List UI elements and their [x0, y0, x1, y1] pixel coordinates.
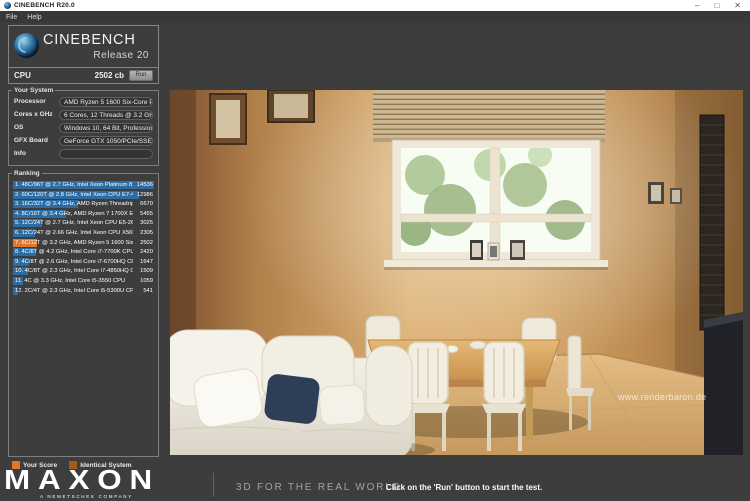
cpu-score-row: CPU 2502 cb Run [9, 67, 158, 83]
ranking-row[interactable]: 5. 12C/24T @ 2.7 GHz, Intel Xeon CPU E5-… [13, 219, 154, 228]
ranking-row-label: 10. 4C/8T @ 2.3 GHz, Intel Core i7-4850H… [15, 268, 133, 275]
your-system-rows: Processor AMD Ryzen 5 1600 Six-Core Proce… [9, 94, 158, 160]
ranking-row[interactable]: 4. 8C/16T @ 3.4 GHz, AMD Ryzen 7 1700X E… [13, 209, 154, 218]
system-row-value-field[interactable]: Windows 10, 64 Bit, Professional Edition… [59, 122, 153, 133]
ranking-row-score: 1647 [140, 258, 153, 265]
system-row-label: GFX Board [14, 137, 48, 144]
ranking-row-score: 2305 [140, 229, 153, 236]
system-row-value-field[interactable]: GeForce GTX 1050/PCIe/SSE2 [59, 135, 153, 146]
system-row-value-field[interactable]: AMD Ryzen 5 1600 Six-Core Processor [59, 96, 153, 107]
cinebench-logo-icon [14, 33, 39, 58]
ranking-row-score: 2502 [140, 239, 153, 246]
cpu-score: 2502 cb [94, 70, 124, 80]
ranking-row[interactable]: 3. 16C/32T @ 3.4 GHz, AMD Ryzen Threadri… [13, 200, 154, 209]
ranking-row-score: 1509 [140, 268, 153, 275]
ranking-row[interactable]: 6. 12C/24T @ 2.66 GHz, Intel Xeon CPU X5… [13, 228, 154, 237]
watermark-text: www.renderbaron.de [618, 392, 707, 402]
system-row-value-field[interactable] [59, 148, 153, 159]
ranking-row-label: 6. 12C/24T @ 2.66 GHz, Intel Xeon CPU X5… [15, 229, 133, 236]
release-label: Release 20 [93, 50, 149, 61]
ranking-row-label: 9. 4C/8T @ 2.6 GHz, Intel Core i7-6700HQ… [15, 258, 133, 265]
app-window: CINEBENCH R20.0 – □ ✕ File Help CINEBENCH… [0, 0, 750, 501]
window-title: CINEBENCH R20.0 [14, 2, 75, 9]
system-row-label: Processor [14, 98, 46, 105]
footer-divider [213, 473, 214, 497]
ranking-row-score: 6670 [140, 201, 153, 208]
ranking-row-label: 1. 48C/96T @ 2.7 GHz, Intel Xeon Platinu… [15, 182, 133, 188]
menu-bar: File Help [0, 11, 750, 23]
maxon-sub-label: A NEMETSCHEK COMPANY [40, 494, 133, 499]
system-row-label: Info [14, 150, 26, 157]
ranking-row[interactable]: 1. 48C/96T @ 2.7 GHz, Intel Xeon Platinu… [13, 181, 154, 189]
ranking-row-label: 4. 8C/16T @ 3.4 GHz, AMD Ryzen 7 1700X E… [15, 210, 133, 217]
your-system-title: Your System [14, 87, 54, 94]
your-system-panel: Your System Processor AMD Ryzen 5 1600 Si… [8, 87, 159, 166]
window-controls: – □ ✕ [695, 0, 746, 11]
ranking-row-score: 3025 [140, 220, 153, 227]
ranking-row-label: 12. 2C/4T @ 2.3 GHz, Intel Core i5-5300U… [15, 287, 133, 294]
logo-panel: CINEBENCH Release 20 CPU 2502 cb Run [8, 25, 159, 84]
ranking-title: Ranking [14, 170, 40, 177]
system-row: GFX Board GeForce GTX 1050/PCIe/SSE2 [9, 134, 158, 147]
ranking-row-label: 2. 60C/120T @ 2.8 GHz, Intel Xeon CPU E7… [15, 191, 133, 198]
maxon-logo: MAXON [4, 464, 160, 495]
app-name: CINEBENCH [43, 32, 136, 48]
minimize-icon[interactable]: – [695, 0, 699, 11]
ranking-row[interactable]: 12. 2C/4T @ 2.3 GHz, Intel Core i5-5300U… [13, 286, 154, 295]
ranking-row-score: 12986 [136, 191, 153, 198]
system-row: OS Windows 10, 64 Bit, Professional Editi… [9, 121, 158, 134]
system-row-label: Cores x GHz [14, 111, 53, 118]
ranking-row[interactable]: 2. 60C/120T @ 2.8 GHz, Intel Xeon CPU E7… [13, 190, 154, 199]
ranking-row-label: 8. 4C/8T @ 4.2 GHz, Intel Core i7-7700K … [15, 249, 133, 256]
system-row-label: OS [14, 124, 24, 131]
menu-item-file[interactable]: File [6, 14, 17, 21]
ranking-row[interactable]: 10. 4C/8T @ 2.3 GHz, Intel Core i7-4850H… [13, 267, 154, 276]
ranking-row-score: 5455 [140, 210, 153, 217]
system-row: Info [9, 147, 158, 160]
ranking-row[interactable]: 9. 4C/8T @ 2.6 GHz, Intel Core i7-6700HQ… [13, 257, 154, 266]
ranking-row-score: 1059 [140, 277, 153, 284]
title-bar: CINEBENCH R20.0 – □ ✕ [0, 0, 750, 11]
system-row: Cores x GHz 6 Cores, 12 Threads @ 3.2 GHz [9, 108, 158, 121]
ranking-row-label: 11. 4C @ 3.3 GHz, Intel Core i5-3550 CPU [15, 277, 126, 284]
footer-tagline: 3D FOR THE REAL WORLD [236, 482, 402, 493]
close-icon[interactable]: ✕ [734, 0, 741, 11]
ranking-row-label: 7. 6C/12T @ 3.2 GHz, AMD Ryzen 5 1600 Si… [15, 239, 133, 246]
ranking-rows: 1. 48C/96T @ 2.7 GHz, Intel Xeon Platinu… [9, 177, 158, 295]
ranking-row-score: 541 [143, 287, 153, 294]
ranking-row-label: 3. 16C/32T @ 3.4 GHz, AMD Ryzen Threadri… [15, 201, 133, 208]
system-row-value-field[interactable]: 6 Cores, 12 Threads @ 3.2 GHz [59, 109, 153, 120]
maximize-icon[interactable]: □ [714, 0, 719, 11]
ranking-row[interactable]: 8. 4C/8T @ 4.2 GHz, Intel Core i7-7700K … [13, 248, 154, 257]
ranking-row-label: 5. 12C/24T @ 2.7 GHz, Intel Xeon CPU E5-… [15, 220, 133, 227]
run-button[interactable]: Run [129, 69, 153, 81]
system-row: Processor AMD Ryzen 5 1600 Six-Core Proce… [9, 95, 158, 108]
status-message: Click on the 'Run' button to start the t… [386, 483, 543, 492]
cpu-label: CPU [14, 70, 31, 80]
render-viewport: www.renderbaron.de [170, 90, 743, 455]
logo-row: CINEBENCH Release 20 [9, 26, 158, 68]
ranking-row[interactable]: 11. 4C @ 3.3 GHz, Intel Core i5-3550 CPU… [13, 276, 154, 285]
cinebench-app-icon [4, 2, 11, 9]
ranking-row-score: 2420 [140, 249, 153, 256]
ranking-row-your-score[interactable]: 7. 6C/12T @ 3.2 GHz, AMD Ryzen 5 1600 Si… [13, 238, 154, 247]
menu-item-help[interactable]: Help [27, 14, 41, 21]
ranking-panel: Ranking 1. 48C/96T @ 2.7 GHz, Intel Xeon… [8, 170, 159, 457]
ranking-row-score: 14536 [136, 182, 153, 188]
